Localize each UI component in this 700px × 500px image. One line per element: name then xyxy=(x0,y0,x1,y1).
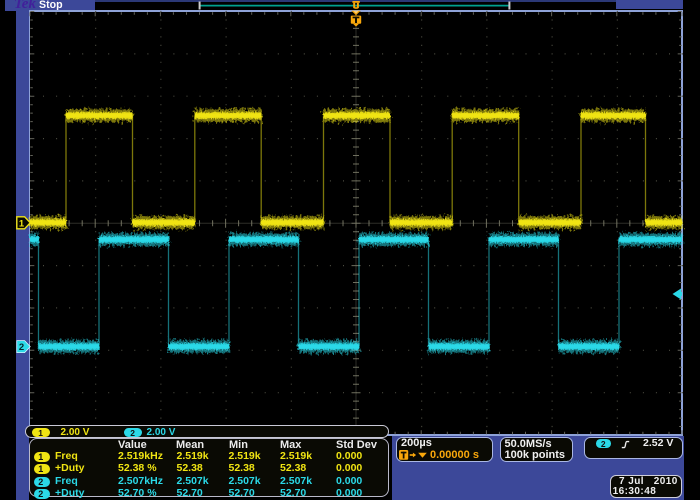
svg-text:2: 2 xyxy=(19,342,24,353)
svg-text:1: 1 xyxy=(19,218,25,229)
